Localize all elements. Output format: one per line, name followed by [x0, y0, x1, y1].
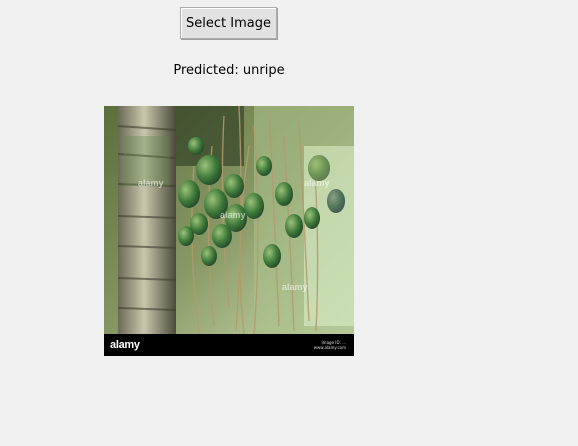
selected-image: alamy alamy alamy alamy alamy Image ID: … — [104, 106, 354, 356]
areca-palm-photo — [104, 106, 354, 356]
prediction-label: Predicted: unripe — [173, 63, 285, 78]
watermark-side-text: Image ID: ... www.alamy.com — [314, 340, 346, 350]
select-image-button[interactable]: Select Image — [180, 7, 277, 39]
watermark-side-line2: www.alamy.com — [313, 345, 346, 350]
app-window: Select Image Predicted: unripe alamy ala… — [0, 0, 578, 446]
watermark-logo: alamy — [110, 339, 140, 351]
